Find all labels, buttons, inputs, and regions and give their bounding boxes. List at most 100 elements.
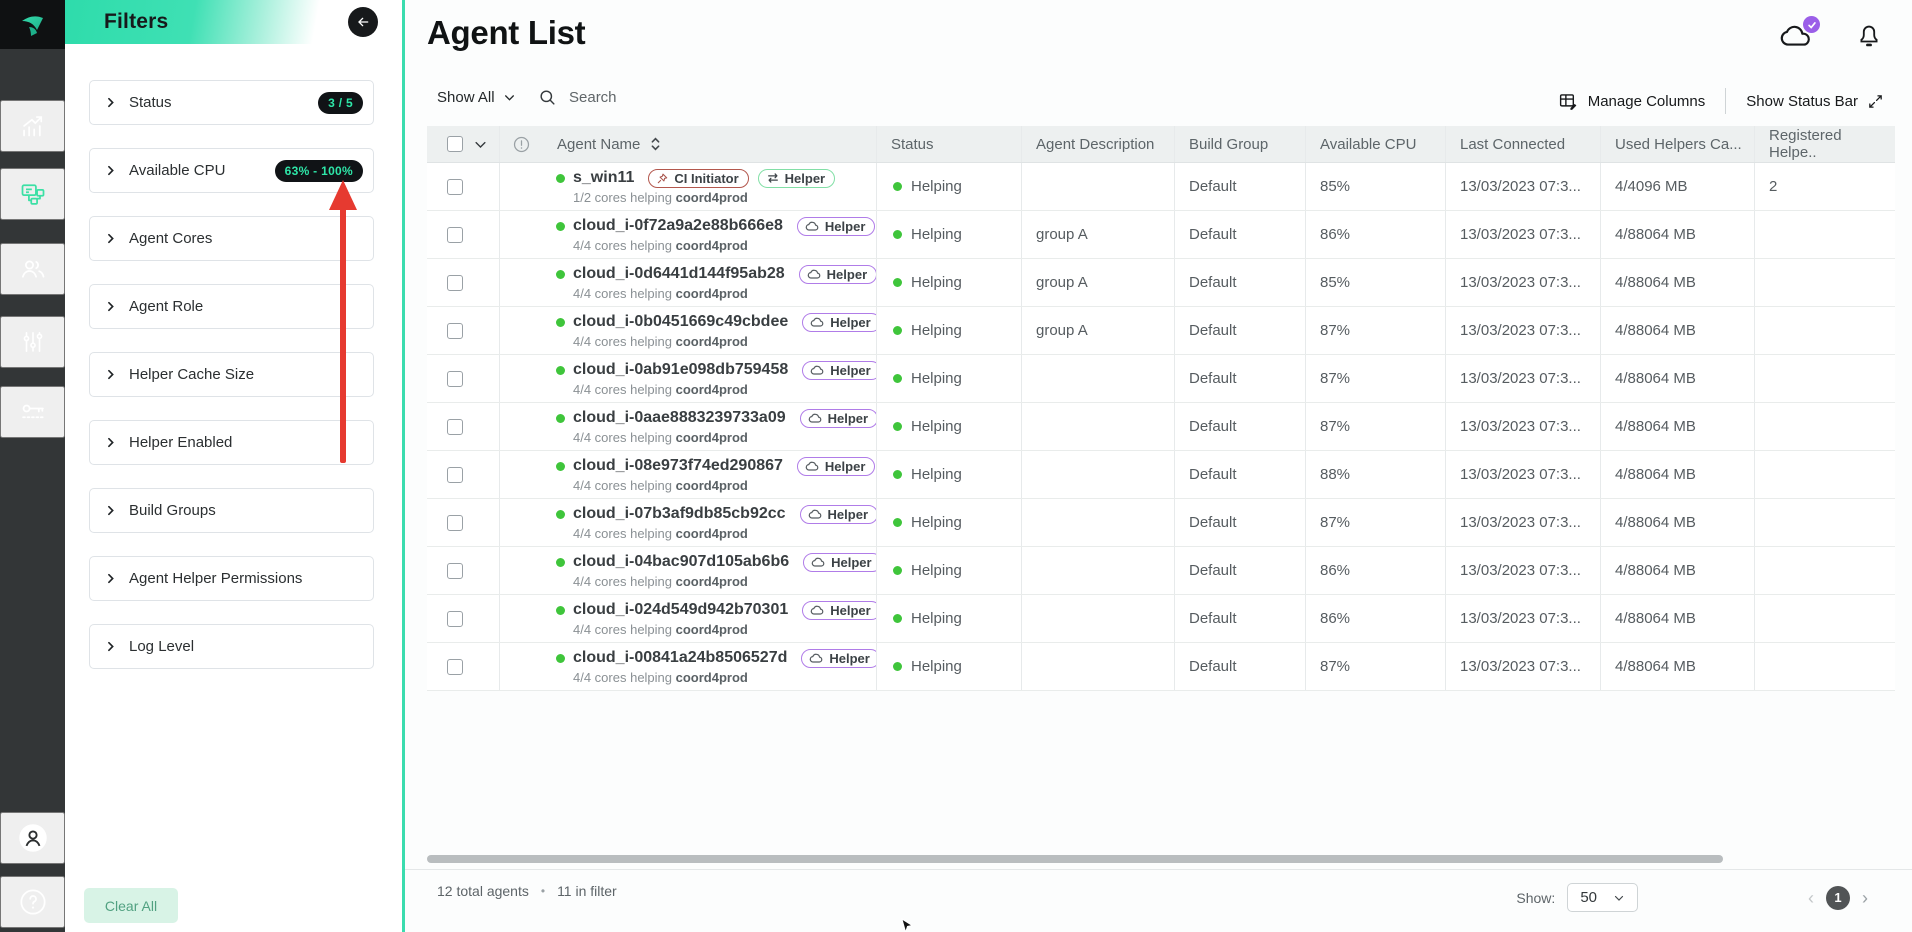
table-row[interactable]: cloud_i-0ab91e098db759458 Helper 4/4 cor… <box>427 355 1895 403</box>
collapse-filters-button[interactable] <box>348 7 378 37</box>
page-number-button[interactable]: 1 <box>1826 886 1850 910</box>
filter-item[interactable]: Agent Role <box>89 284 374 329</box>
col-registered-helpers[interactable]: Registered Helpe.. <box>1754 126 1890 162</box>
row-checkbox[interactable] <box>447 563 463 579</box>
agent-name: cloud_i-08e973f74ed290867 <box>573 457 783 475</box>
filters-title: Filters <box>104 10 168 34</box>
build-group-cell: Default <box>1174 355 1305 402</box>
cloud-status-button[interactable] <box>1778 21 1814 49</box>
prev-page-button[interactable]: ‹ <box>1808 889 1814 907</box>
page-size-select[interactable]: 50 <box>1567 883 1638 912</box>
users-icon[interactable] <box>0 243 65 295</box>
table-row[interactable]: cloud_i-0f72a9a2e88b666e8 Helper 4/4 cor… <box>427 211 1895 259</box>
table-row[interactable]: cloud_i-0d6441d144f95ab28 Helper 4/4 cor… <box>427 259 1895 307</box>
col-agent-name[interactable]: Agent Name <box>543 126 876 162</box>
col-last-connected[interactable]: Last Connected <box>1445 126 1600 162</box>
table-row[interactable]: cloud_i-04bac907d105ab6b6 Helper 4/4 cor… <box>427 547 1895 595</box>
license-key-icon[interactable] <box>0 386 65 438</box>
analytics-icon[interactable] <box>0 100 65 152</box>
manage-columns-button[interactable]: Manage Columns <box>1558 91 1706 112</box>
agent-name-cell: cloud_i-04bac907d105ab6b6 Helper 4/4 cor… <box>543 547 876 594</box>
show-status-bar-button[interactable]: Show Status Bar <box>1746 93 1884 110</box>
table-row[interactable]: cloud_i-024d549d942b70301 Helper 4/4 cor… <box>427 595 1895 643</box>
used-helpers-cell: 4/88064 MB <box>1600 451 1754 498</box>
col-agent-description[interactable]: Agent Description <box>1021 126 1174 162</box>
registered-helpers-cell: 2 <box>1754 163 1890 210</box>
row-checkbox[interactable] <box>447 179 463 195</box>
table-row[interactable]: s_win11 CI InitiatorHelper 1/2 cores hel… <box>427 163 1895 211</box>
table-footer: 12 total agents • 11 in filter Show: 50 … <box>405 869 1912 932</box>
cloud-icon <box>808 412 823 424</box>
description-cell <box>1021 595 1174 642</box>
agent-name-cell: cloud_i-08e973f74ed290867 Helper 4/4 cor… <box>543 451 876 498</box>
build-group-cell: Default <box>1174 643 1305 690</box>
show-all-dropdown[interactable]: Show All <box>437 89 516 106</box>
search-input[interactable]: Search <box>538 88 617 107</box>
col-used-helpers[interactable]: Used Helpers Ca... <box>1600 126 1754 162</box>
chevron-right-icon <box>104 368 117 381</box>
select-all-checkbox[interactable] <box>447 136 463 152</box>
filter-item[interactable]: Build Groups <box>89 488 374 533</box>
table-row[interactable]: cloud_i-00841a24b8506527d Helper 4/4 cor… <box>427 643 1895 691</box>
description-cell <box>1021 163 1174 210</box>
filters-panel: Filters Status 3 / 5 Available CPU 63% -… <box>65 0 402 932</box>
table-row[interactable]: cloud_i-0b0451669c49cbdee Helper 4/4 cor… <box>427 307 1895 355</box>
settings-sliders-icon[interactable] <box>0 316 65 368</box>
agent-subtext: 4/4 cores helping coord4prod <box>573 670 748 685</box>
table-row[interactable]: cloud_i-0aae8883239733a09 Helper 4/4 cor… <box>427 403 1895 451</box>
row-checkbox[interactable] <box>447 611 463 627</box>
registered-helpers-cell <box>1754 595 1890 642</box>
in-filter-label: 11 in filter <box>557 883 617 899</box>
status-dot <box>893 614 902 623</box>
pin-icon <box>656 172 669 185</box>
agent-online-dot <box>556 318 565 327</box>
filter-item[interactable]: Log Level <box>89 624 374 669</box>
row-checkbox[interactable] <box>447 275 463 291</box>
agent-online-dot <box>556 654 565 663</box>
agent-subtext: 4/4 cores helping coord4prod <box>573 622 748 637</box>
horizontal-scrollbar[interactable] <box>427 855 1723 863</box>
row-checkbox[interactable] <box>447 515 463 531</box>
filter-item[interactable]: Agent Cores <box>89 216 374 261</box>
filter-item[interactable]: Status 3 / 5 <box>89 80 374 125</box>
table-row[interactable]: cloud_i-08e973f74ed290867 Helper 4/4 cor… <box>427 451 1895 499</box>
col-status[interactable]: Status <box>876 126 1021 162</box>
filter-item[interactable]: Helper Cache Size <box>89 352 374 397</box>
row-checkbox[interactable] <box>447 467 463 483</box>
select-menu-chevron-icon[interactable] <box>473 137 488 152</box>
account-icon[interactable] <box>0 812 65 864</box>
registered-helpers-cell <box>1754 307 1890 354</box>
filter-label: Agent Role <box>129 298 203 315</box>
row-checkbox[interactable] <box>447 419 463 435</box>
filter-item[interactable]: Helper Enabled <box>89 420 374 465</box>
build-group-cell: Default <box>1174 259 1305 306</box>
col-available-cpu[interactable]: Available CPU <box>1305 126 1445 162</box>
row-checkbox[interactable] <box>447 371 463 387</box>
used-helpers-cell: 4/88064 MB <box>1600 403 1754 450</box>
app-logo[interactable] <box>0 0 65 49</box>
col-build-group[interactable]: Build Group <box>1174 126 1305 162</box>
sort-icon[interactable] <box>650 136 661 152</box>
status-label: Helping <box>911 322 962 339</box>
cloud-icon <box>805 220 820 232</box>
row-checkbox[interactable] <box>447 227 463 243</box>
filter-item[interactable]: Agent Helper Permissions <box>89 556 374 601</box>
row-alert-cell <box>500 355 543 402</box>
cloud-icon <box>809 652 824 664</box>
help-icon[interactable] <box>0 876 65 928</box>
agents-icon[interactable] <box>0 168 65 220</box>
status-cell: Helping <box>876 259 1021 306</box>
panel-divider <box>402 0 405 932</box>
clear-all-button[interactable]: Clear All <box>84 888 178 923</box>
agent-name: cloud_i-04bac907d105ab6b6 <box>573 553 789 571</box>
next-page-button[interactable]: › <box>1862 889 1868 907</box>
table-row[interactable]: cloud_i-07b3af9db85cb92cc Helper 4/4 cor… <box>427 499 1895 547</box>
status-label: Helping <box>911 226 962 243</box>
available-cpu-cell: 86% <box>1305 547 1445 594</box>
row-checkbox[interactable] <box>447 659 463 675</box>
total-agents-label: 12 total agents <box>437 883 529 899</box>
notifications-button[interactable] <box>1856 20 1882 50</box>
show-all-label: Show All <box>437 89 495 106</box>
chevron-right-icon <box>104 504 117 517</box>
row-checkbox[interactable] <box>447 323 463 339</box>
